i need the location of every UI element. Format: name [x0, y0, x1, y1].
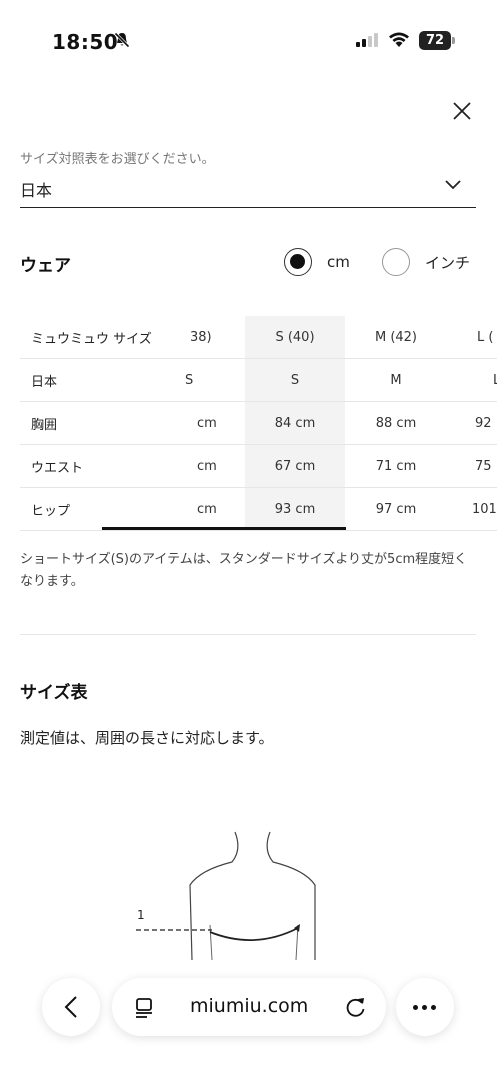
unit-cm-option[interactable]: cm — [284, 247, 350, 277]
table-cell: M — [390, 373, 402, 388]
table-cell: 75 — [475, 459, 492, 474]
body-measurement-illustration: 1 — [120, 820, 380, 970]
size-chart-title: サイズ表 — [20, 683, 88, 703]
battery-icon: 72 — [419, 31, 451, 50]
radio-selected-icon — [284, 248, 312, 276]
table-cell: 93 cm — [274, 502, 316, 517]
measure-number: 1 — [137, 908, 145, 922]
country-select-value: 日本 — [20, 181, 53, 200]
unit-inch-option[interactable]: インチ — [382, 247, 470, 277]
url-text: miumiu.com — [190, 995, 309, 1017]
table-cell: M (42) — [374, 330, 418, 345]
chevron-down-icon — [445, 180, 461, 190]
table-cell: S — [290, 373, 300, 388]
country-select-label: サイズ対照表をお選びください。 — [20, 152, 215, 167]
more-options-button[interactable] — [396, 978, 454, 1036]
reload-icon[interactable] — [345, 996, 367, 1018]
status-bar: 18:50 72 — [0, 0, 497, 80]
table-cell: L ( — [477, 330, 494, 345]
cellular-signal-icon — [356, 33, 378, 47]
row-label: 日本 — [31, 375, 58, 390]
table-cell: cm — [197, 416, 217, 431]
battery-cap — [452, 37, 455, 44]
wear-title: ウェア — [20, 256, 71, 276]
table-cell: 88 cm — [375, 416, 417, 431]
table-cell: 71 cm — [375, 459, 417, 474]
divider — [20, 634, 476, 635]
browser-toolbar: miumiu.com — [0, 968, 497, 1080]
table-cell: cm — [197, 459, 217, 474]
table-cell: 84 cm — [274, 416, 316, 431]
table-cell: cm — [197, 502, 217, 517]
bell-muted-icon — [113, 31, 131, 53]
table-cell: S (40) — [275, 330, 315, 345]
table-cell: 38) — [190, 330, 212, 345]
table-cell: 67 cm — [274, 459, 316, 474]
size-chart-description: 測定値は、周囲の長さに対応します。 — [20, 729, 274, 747]
close-button[interactable] — [450, 99, 474, 123]
status-time: 18:50 — [52, 30, 119, 54]
radio-unselected-icon — [382, 248, 410, 276]
more-icon — [413, 1005, 436, 1010]
country-select[interactable]: 日本 — [20, 172, 476, 208]
table-row: 日本 S S M L — [20, 359, 497, 402]
row-label: 胸囲 — [31, 418, 58, 433]
back-button[interactable] — [42, 978, 100, 1036]
table-header-row: ミュウミュウ サイズ 38) S (40) M (42) L ( — [20, 316, 497, 359]
close-icon — [453, 102, 471, 120]
table-cell: L — [493, 373, 497, 388]
reader-view-icon — [136, 998, 152, 1018]
table-cell: 92 — [475, 416, 492, 431]
address-bar[interactable]: miumiu.com — [112, 978, 386, 1036]
table-row: 胸囲 cm 84 cm 88 cm 92 — [20, 402, 497, 445]
short-size-note: ショートサイズ(S)のアイテムは、スタンダードサイズより丈が5cm程度短くなりま… — [20, 552, 468, 589]
row-label: ヒップ — [31, 504, 71, 519]
table-cell: 101 — [472, 502, 497, 517]
row-label: ウエスト — [31, 461, 84, 476]
table-cell: S — [185, 373, 194, 388]
table-row: ウエスト cm 67 cm 71 cm 75 — [20, 445, 497, 488]
table-scrollbar[interactable] — [102, 527, 346, 530]
unit-cm-label: cm — [327, 253, 350, 271]
table-row: ヒップ cm 93 cm 97 cm 101 — [20, 488, 497, 531]
table-header-label: ミュウミュウ サイズ — [31, 332, 152, 347]
wifi-icon — [388, 31, 410, 52]
table-cell: 97 cm — [375, 502, 417, 517]
unit-inch-label: インチ — [425, 253, 471, 272]
size-table[interactable]: ミュウミュウ サイズ 38) S (40) M (42) L ( 日本 S S … — [20, 316, 497, 531]
chevron-left-icon — [64, 996, 77, 1018]
